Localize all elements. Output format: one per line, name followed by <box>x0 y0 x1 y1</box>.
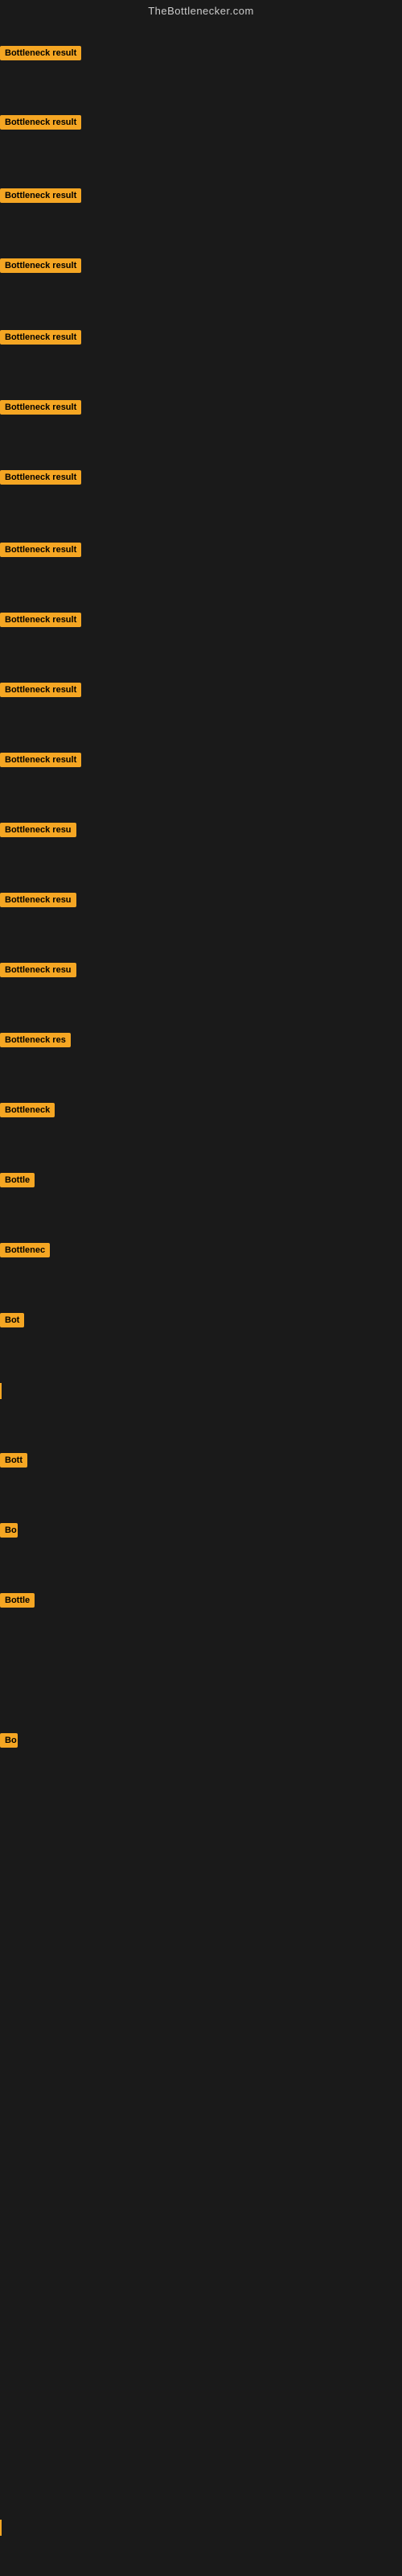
bottleneck-badge: Bottleneck result <box>0 330 81 345</box>
bottleneck-badge: Bottleneck result <box>0 753 81 767</box>
bottleneck-badge: Bottleneck result <box>0 543 81 557</box>
cursor-line <box>0 1383 2 1399</box>
bottleneck-badge-row[interactable]: Bottleneck result <box>0 188 81 207</box>
bottleneck-badge-row[interactable]: Bo <box>0 1523 18 1542</box>
bottleneck-badge-row[interactable]: Bottleneck resu <box>0 963 76 981</box>
bottleneck-badge: Bottleneck result <box>0 115 81 130</box>
bottleneck-badge: Bottleneck result <box>0 470 81 485</box>
bottleneck-badge: Bottleneck resu <box>0 893 76 907</box>
bottleneck-badge: Bottleneck resu <box>0 963 76 977</box>
bottleneck-badge-row[interactable]: Bottleneck result <box>0 683 81 701</box>
bottleneck-badge-row[interactable]: Bot <box>0 1313 24 1331</box>
bottleneck-badge-row[interactable]: Bottleneck result <box>0 258 81 277</box>
bottleneck-badge: Bott <box>0 1453 27 1468</box>
bottleneck-badge: Bo <box>0 1523 18 1538</box>
cursor-line <box>0 2520 2 2536</box>
bottleneck-badge-row[interactable]: Bottle <box>0 1173 35 1191</box>
bottleneck-badge-row[interactable]: Bottleneck <box>0 1103 55 1121</box>
bottleneck-badge: Bottleneck result <box>0 188 81 203</box>
bottleneck-badge-row[interactable]: Bottleneck result <box>0 470 81 489</box>
bottleneck-badge-row[interactable]: Bottleneck result <box>0 330 81 349</box>
bottleneck-badge: Bottleneck result <box>0 400 81 415</box>
bottleneck-badge-row[interactable]: Bottleneck result <box>0 115 81 134</box>
bottleneck-badge-row[interactable]: Bottlenec <box>0 1243 50 1261</box>
bottleneck-badge: Bottleneck resu <box>0 823 76 837</box>
bottleneck-badge: Bottleneck result <box>0 613 81 627</box>
bottleneck-badge-row[interactable]: Bottleneck resu <box>0 823 76 841</box>
bottleneck-badge: Bot <box>0 1313 24 1327</box>
bottleneck-badge: Bottleneck result <box>0 683 81 697</box>
bottleneck-badge-row[interactable]: Bottleneck result <box>0 753 81 771</box>
bottleneck-badge: Bottleneck res <box>0 1033 71 1047</box>
bottleneck-badge: Bo <box>0 1733 18 1748</box>
bottleneck-badge-row[interactable]: Bottle <box>0 1593 35 1612</box>
bottleneck-badge: Bottleneck result <box>0 46 81 60</box>
bottleneck-badge-row[interactable]: Bottleneck result <box>0 46 81 64</box>
bottleneck-badge-row[interactable]: Bottleneck result <box>0 400 81 419</box>
bottleneck-badge-row[interactable]: Bottleneck res <box>0 1033 71 1051</box>
bottleneck-badge-row[interactable]: Bottleneck result <box>0 613 81 631</box>
bottleneck-badge: Bottlenec <box>0 1243 50 1257</box>
bottleneck-badge-row[interactable]: Bottleneck resu <box>0 893 76 911</box>
bottleneck-badge: Bottle <box>0 1173 35 1187</box>
site-title: TheBottlenecker.com <box>0 0 402 25</box>
bottleneck-badge: Bottle <box>0 1593 35 1608</box>
bottleneck-badge-row[interactable]: Bottleneck result <box>0 543 81 561</box>
bottleneck-badge: Bottleneck <box>0 1103 55 1117</box>
bottleneck-badge: Bottleneck result <box>0 258 81 273</box>
bottleneck-badge-row[interactable]: Bott <box>0 1453 27 1472</box>
bottleneck-badge-row[interactable]: Bo <box>0 1733 18 1752</box>
